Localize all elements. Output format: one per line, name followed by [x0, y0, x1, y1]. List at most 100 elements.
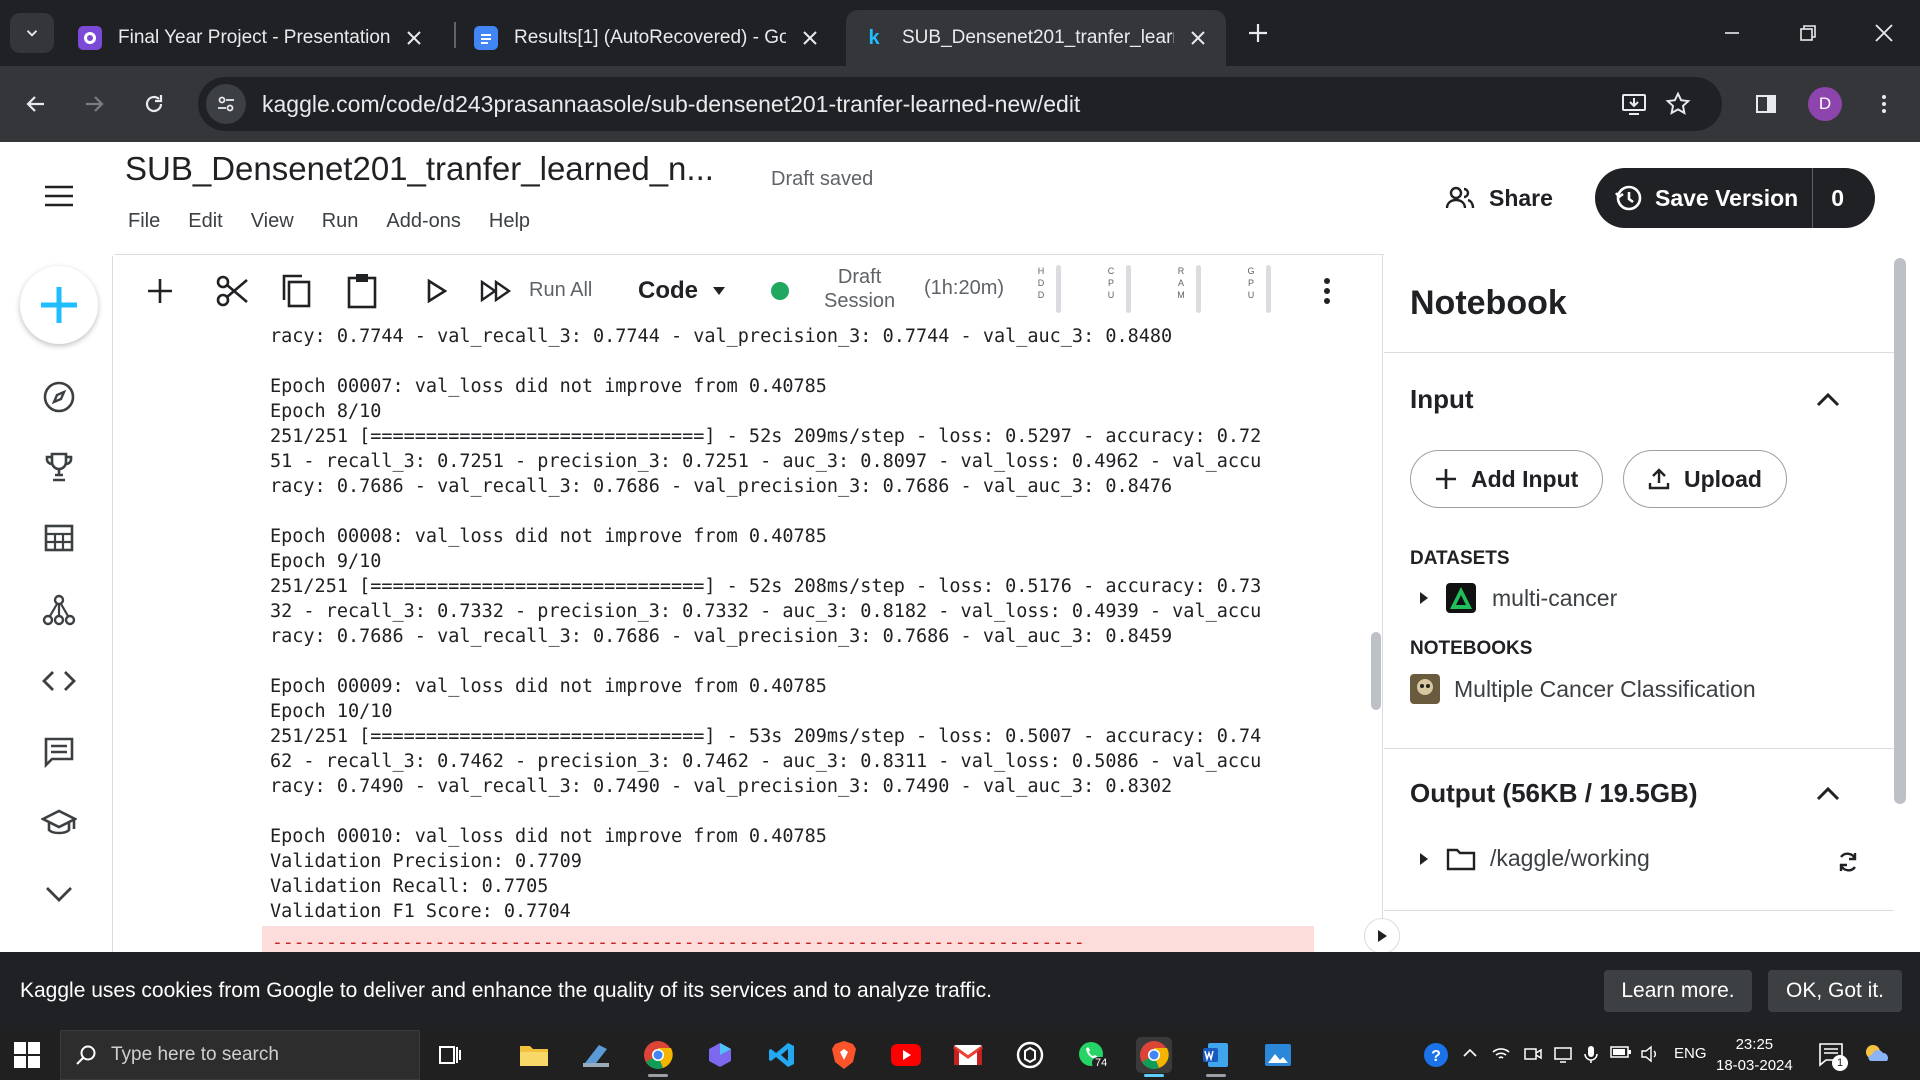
collapse-input-button[interactable]	[1810, 382, 1846, 418]
new-tab-button[interactable]	[1238, 13, 1278, 53]
taskbar-search[interactable]: Type here to search	[60, 1030, 420, 1080]
back-button[interactable]	[14, 82, 58, 126]
bookmark-star-icon[interactable]	[1658, 84, 1698, 124]
output-heading[interactable]: Output (56KB / 19.5GB)	[1410, 778, 1697, 809]
upload-button[interactable]: Upload	[1623, 450, 1787, 508]
add-input-button[interactable]: Add Input	[1410, 450, 1604, 508]
meter-bar	[1056, 265, 1061, 313]
save-version-button[interactable]: Save Version 0	[1595, 168, 1875, 228]
chrome-icon[interactable]	[640, 1037, 676, 1077]
input-heading[interactable]: Input	[1410, 384, 1474, 415]
toggle-side-panel-button[interactable]	[1364, 918, 1400, 954]
word-icon[interactable]	[1198, 1037, 1234, 1077]
gpu-meter[interactable]: GPU	[1246, 265, 1271, 317]
browser-tab-presentation[interactable]: Final Year Project - Presentation	[62, 10, 442, 66]
close-window-button[interactable]	[1846, 0, 1920, 66]
app-icon[interactable]	[578, 1037, 614, 1073]
create-button[interactable]	[20, 266, 98, 344]
notebook-item[interactable]: Multiple Cancer Classification	[1410, 674, 1756, 704]
nav-more[interactable]	[35, 870, 83, 918]
notifications-icon[interactable]: 1	[1818, 1041, 1848, 1071]
wifi-icon[interactable]	[1492, 1045, 1510, 1066]
reload-button[interactable]	[132, 82, 176, 126]
nav-models[interactable]	[35, 586, 83, 634]
task-view-icon[interactable]	[432, 1037, 468, 1073]
close-icon[interactable]	[798, 26, 822, 50]
address-bar[interactable]: kaggle.com/code/d243prasannaasole/sub-de…	[198, 77, 1722, 131]
photos-app-icon[interactable]	[1260, 1037, 1296, 1073]
more-options-button[interactable]	[1307, 271, 1347, 311]
menu-help[interactable]: Help	[489, 210, 530, 233]
chrome-active-icon[interactable]	[1136, 1037, 1172, 1077]
nav-code[interactable]	[35, 657, 83, 705]
forward-arrow-icon	[86, 96, 104, 112]
menu-add-ons[interactable]: Add-ons	[386, 210, 461, 233]
side-panel-button[interactable]	[1744, 82, 1788, 126]
nav-datasets[interactable]	[35, 514, 83, 562]
youtube-icon[interactable]	[888, 1037, 924, 1073]
notebook-title[interactable]: SUB_Densenet201_tranfer_learned_n...	[125, 150, 714, 188]
install-app-icon[interactable]	[1614, 84, 1654, 124]
refresh-output-button[interactable]	[1830, 844, 1866, 880]
run-all-icon-button[interactable]	[474, 269, 518, 313]
run-all-button[interactable]: Run All	[529, 279, 592, 302]
menu-edit[interactable]: Edit	[188, 210, 222, 233]
restore-button[interactable]	[1770, 0, 1846, 66]
system-clock[interactable]: 23:25 18-03-2024	[1716, 1034, 1793, 1076]
collapse-output-button[interactable]	[1810, 776, 1846, 812]
cpu-meter[interactable]: CPU	[1106, 265, 1131, 317]
nav-discussions[interactable]	[35, 728, 83, 776]
output-folder-item[interactable]: /kaggle/working	[1418, 845, 1650, 872]
close-icon[interactable]	[1186, 26, 1210, 50]
help-icon[interactable]: ?	[1422, 1041, 1450, 1072]
meet-now-icon[interactable]	[1524, 1045, 1542, 1066]
learn-more-button[interactable]: Learn more.	[1604, 970, 1752, 1012]
hamburger-menu-button[interactable]	[35, 172, 83, 220]
windows-start-icon[interactable]	[14, 1042, 40, 1068]
app-icon[interactable]	[702, 1037, 738, 1073]
weather-widget-icon[interactable]	[1862, 1041, 1892, 1072]
whatsapp-icon[interactable]: 74	[1074, 1037, 1111, 1073]
run-cell-button[interactable]	[414, 269, 458, 313]
session-type[interactable]: Draft Session	[824, 265, 895, 313]
reload-icon	[145, 95, 163, 113]
ram-meter[interactable]: RAM	[1176, 265, 1201, 317]
add-cell-button[interactable]	[138, 269, 182, 313]
microphone-icon[interactable]	[1584, 1045, 1598, 1066]
hdd-meter[interactable]: HDD	[1036, 265, 1061, 317]
display-icon[interactable]	[1554, 1045, 1572, 1066]
tab-search-button[interactable]	[10, 13, 54, 53]
forward-button[interactable]	[72, 82, 116, 126]
language-indicator[interactable]: ENG	[1674, 1045, 1707, 1062]
copy-cell-button[interactable]	[274, 269, 318, 313]
paste-cell-button[interactable]	[340, 269, 384, 313]
browser-tab-docs[interactable]: Results[1] (AutoRecovered) - Goog	[458, 10, 838, 66]
accept-cookies-button[interactable]: OK, Got it.	[1768, 970, 1902, 1012]
file-explorer-icon[interactable]	[516, 1037, 552, 1073]
close-icon[interactable]	[402, 26, 426, 50]
browser-menu-button[interactable]	[1862, 82, 1906, 126]
volume-icon[interactable]	[1640, 1045, 1660, 1066]
chevron-up-icon[interactable]	[1462, 1045, 1478, 1064]
nav-learn[interactable]	[35, 800, 83, 848]
gmail-icon[interactable]	[950, 1037, 986, 1073]
share-button[interactable]: Share	[1445, 178, 1553, 218]
brave-icon[interactable]	[826, 1037, 862, 1073]
battery-icon[interactable]	[1610, 1045, 1632, 1062]
site-info-icon[interactable]	[206, 84, 246, 124]
browser-tab-kaggle-active[interactable]: k SUB_Densenet201_tranfer_learned	[846, 10, 1226, 66]
menu-run[interactable]: Run	[322, 210, 359, 233]
profile-avatar[interactable]: D	[1808, 87, 1842, 121]
menu-view[interactable]: View	[251, 210, 294, 233]
menu-file[interactable]: File	[128, 210, 160, 233]
editor-scrollbar[interactable]	[1371, 632, 1381, 710]
cell-type-select[interactable]: Code	[638, 277, 726, 305]
cut-cell-button[interactable]	[210, 269, 254, 313]
vscode-icon[interactable]	[764, 1037, 800, 1073]
minimize-button[interactable]	[1694, 0, 1770, 66]
nav-competitions-explore[interactable]	[35, 373, 83, 421]
nav-competitions[interactable]	[35, 443, 83, 491]
side-panel-scrollbar[interactable]	[1894, 258, 1906, 804]
dataset-item[interactable]: multi-cancer	[1418, 583, 1617, 613]
chatgpt-icon[interactable]	[1012, 1037, 1048, 1073]
